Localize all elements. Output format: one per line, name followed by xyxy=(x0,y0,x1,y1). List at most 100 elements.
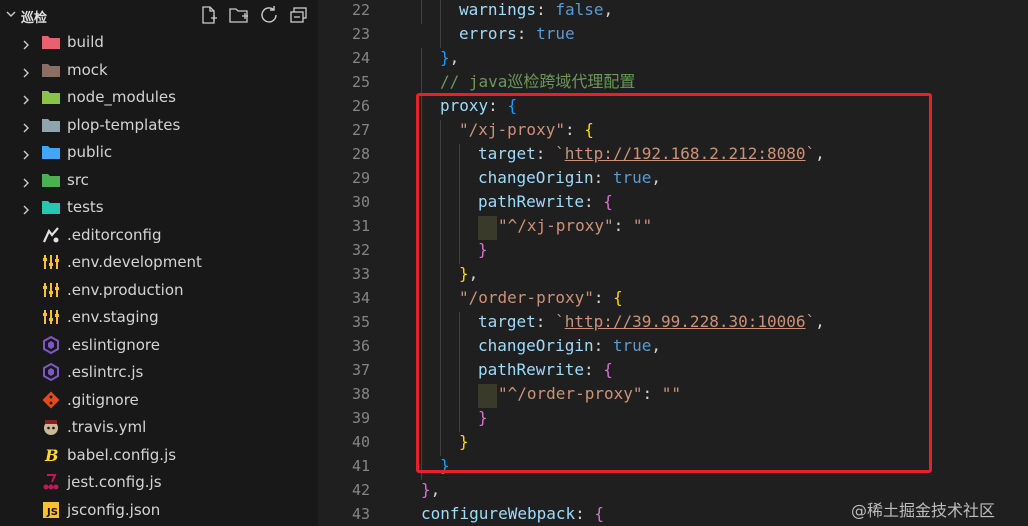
tree-file[interactable]: Bbabel.config.js xyxy=(0,442,318,468)
tree-folder[interactable]: mock xyxy=(0,57,318,83)
tree-file[interactable]: .gitignore xyxy=(0,387,318,413)
refresh-icon[interactable] xyxy=(258,4,280,26)
tree-item-label: .gitignore xyxy=(67,390,139,409)
tree-item-label: .env.staging xyxy=(67,308,159,326)
code-line-43[interactable]: configureWebpack: { xyxy=(421,502,604,526)
chevron-right-icon[interactable] xyxy=(20,201,32,215)
line-number: 22 xyxy=(351,1,370,19)
chevron-right-icon[interactable] xyxy=(20,36,32,50)
tree-folder[interactable]: node_modules xyxy=(0,84,318,110)
tree-file[interactable]: JS jsconfig.json xyxy=(0,497,318,523)
tree-item-label: tests xyxy=(67,198,104,216)
code-line-22[interactable]: warnings: false, xyxy=(459,0,613,22)
tree-item-label: jest.config.js xyxy=(67,473,162,491)
code-token: warnings xyxy=(459,0,537,19)
code-token: errors xyxy=(459,24,517,43)
tree-item-label: .editorconfig xyxy=(67,225,162,244)
line-number: 28 xyxy=(351,145,370,163)
explorer-panel: 巡检 build mock node_modules plop-templates pu… xyxy=(0,0,318,526)
code-token: , xyxy=(430,480,441,499)
tree-item-label: src xyxy=(67,170,89,189)
code-token: , xyxy=(603,0,614,19)
code-token: , xyxy=(449,48,460,67)
tree-item-label: .env.production xyxy=(67,280,184,299)
line-number: 31 xyxy=(351,217,370,235)
chevron-right-icon[interactable] xyxy=(20,146,32,160)
chevron-right-icon[interactable] xyxy=(20,174,32,187)
env-icon xyxy=(41,252,61,272)
tree-file[interactable]: .eslintignore xyxy=(0,332,318,358)
collapse-all-icon[interactable] xyxy=(288,4,310,26)
jest-icon xyxy=(41,472,61,492)
babel-icon: B xyxy=(41,445,61,465)
indent-guide xyxy=(421,0,422,24)
line-number: 27 xyxy=(351,121,370,139)
eslint-icon xyxy=(41,362,61,382)
tree-item-label: .eslintignore xyxy=(67,335,160,354)
line-number: 33 xyxy=(351,265,370,283)
explorer-header[interactable]: 巡检 xyxy=(0,0,318,30)
svg-text:JS: JS xyxy=(46,507,58,518)
code-editor[interactable]: 22 23 24 25 26 27 28 29 30 31 32 33 34 35 36 37 38 39 40 41… xyxy=(318,0,1028,526)
line-number: 30 xyxy=(351,193,370,211)
code-token: } xyxy=(421,480,431,499)
tree-file[interactable]: .travis.yml xyxy=(0,414,318,440)
code-line-23[interactable]: errors: true xyxy=(459,22,575,46)
line-number: 36 xyxy=(351,337,370,355)
tree-folder[interactable]: plop-templates xyxy=(0,112,318,138)
chevron-down-icon[interactable] xyxy=(5,5,17,17)
tree-file[interactable]: .env.production xyxy=(0,277,318,303)
new-folder-icon[interactable] xyxy=(228,4,250,26)
line-number: 23 xyxy=(351,25,370,43)
build-folder-icon xyxy=(41,32,61,52)
tree-file[interactable]: .env.development xyxy=(0,249,318,275)
tree-file[interactable]: jest.config.js xyxy=(0,469,318,495)
chevron-right-icon[interactable] xyxy=(20,91,32,105)
line-number: 25 xyxy=(351,73,370,91)
env-icon xyxy=(41,280,61,300)
tree-folder[interactable]: public xyxy=(0,139,318,165)
line-number: 29 xyxy=(351,169,370,187)
tree-file[interactable]: .env.staging xyxy=(0,304,318,330)
tree-item-label: mock xyxy=(67,60,108,79)
tree-item-label: .eslintrc.js xyxy=(67,363,144,381)
src-folder-icon xyxy=(41,170,61,190)
tree-item-label: plop-templates xyxy=(67,115,181,134)
code-token: false xyxy=(555,0,604,19)
tree-folder[interactable]: tests xyxy=(0,194,318,220)
indent-guide xyxy=(440,0,441,48)
chevron-right-icon[interactable] xyxy=(20,64,32,77)
tree-file[interactable]: .eslintrc.js xyxy=(0,359,318,385)
tree-item-label: babel.config.js xyxy=(67,445,177,464)
tree-item-label: .travis.yml xyxy=(67,418,147,436)
public-folder-icon xyxy=(41,142,61,162)
line-number: 39 xyxy=(351,409,370,427)
tree-item-label: node_modules xyxy=(67,88,176,106)
tree-item-label: .env.development xyxy=(67,253,202,271)
line-number: 32 xyxy=(351,241,370,259)
code-line-25[interactable]: // java巡检跨域代理配置 xyxy=(440,70,635,94)
travis-icon xyxy=(41,417,61,437)
tests-folder-icon xyxy=(41,197,61,217)
line-number: 35 xyxy=(351,313,370,331)
git-icon xyxy=(41,390,61,410)
code-line-42[interactable]: }, xyxy=(421,478,440,502)
line-number: 37 xyxy=(351,361,370,379)
jsconfig-icon: JS xyxy=(41,500,61,520)
chevron-right-icon[interactable] xyxy=(20,119,32,132)
editorconfig-icon xyxy=(41,225,61,245)
new-file-icon[interactable] xyxy=(198,4,220,26)
node-folder-icon xyxy=(41,87,61,107)
tree-file[interactable]: .editorconfig xyxy=(0,222,318,248)
line-number: 24 xyxy=(351,49,370,67)
code-token: : xyxy=(516,24,537,43)
tree-folder[interactable]: src xyxy=(0,167,318,193)
svg-text:B: B xyxy=(44,446,59,465)
code-token: true xyxy=(536,24,575,43)
workspace-title: 巡检 xyxy=(21,11,48,26)
code-token: : xyxy=(536,0,556,19)
code-comment: // java巡检跨域代理配置 xyxy=(440,72,636,91)
code-line-24[interactable]: }, xyxy=(440,46,459,70)
line-number: 41 xyxy=(351,457,370,475)
tree-folder[interactable]: build xyxy=(0,29,318,55)
